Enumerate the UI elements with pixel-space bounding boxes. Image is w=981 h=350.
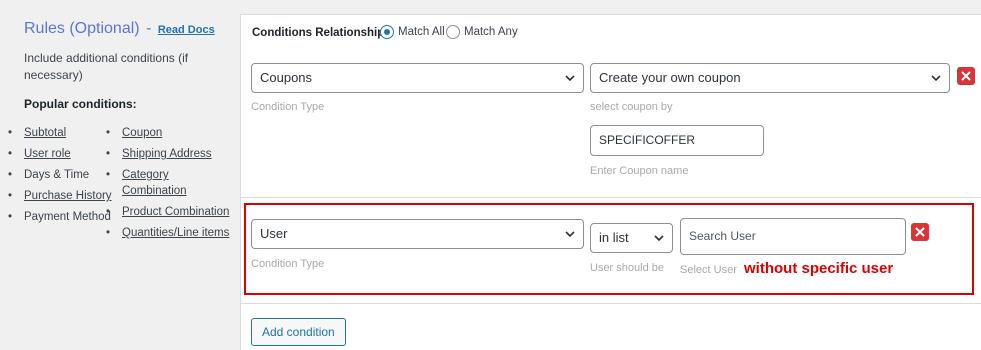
condition-type-hint-1: Condition Type: [251, 101, 325, 113]
condition-user-role[interactable]: User role: [8, 146, 112, 162]
condition-category-combination[interactable]: Category Combination: [106, 167, 230, 199]
coupon-name-hint: Enter Coupon name: [590, 165, 689, 177]
condition-subtotal[interactable]: Subtotal: [8, 125, 112, 141]
match-any-radio[interactable]: Match Any: [446, 25, 518, 39]
condition-subtotal-link[interactable]: Subtotal: [24, 127, 66, 139]
condition-days-time-label: Days & Time: [24, 169, 90, 181]
coupon-select-value: Create your own coupon: [599, 70, 741, 85]
condition-type-select-1[interactable]: Coupons: [251, 63, 584, 93]
highlight-box: [244, 203, 974, 295]
popular-conditions-list-2: Coupon Shipping Address Category Combina…: [106, 125, 230, 246]
chevron-down-icon: [931, 75, 941, 82]
radio-unchecked-icon: [446, 25, 460, 39]
condition-user-role-link[interactable]: User role: [24, 148, 71, 160]
match-all-label: Match All: [398, 26, 445, 38]
coupon-select[interactable]: Create your own coupon: [590, 63, 950, 93]
condition-product-combination-link[interactable]: Product Combination: [122, 206, 229, 218]
condition-quantities-line-items[interactable]: Quantities/Line items: [106, 225, 230, 241]
row-divider: [241, 197, 981, 198]
add-condition-button[interactable]: Add condition: [251, 318, 346, 346]
rules-description: Include additional conditions (if necess…: [24, 51, 189, 82]
coupon-name-value: SPECIFICOFFER: [599, 133, 696, 147]
condition-product-combination[interactable]: Product Combination: [106, 204, 230, 220]
condition-quantities-link[interactable]: Quantities/Line items: [122, 227, 229, 239]
rules-sidebar: Rules (Optional) - Read Docs Include add…: [8, 0, 236, 350]
condition-coupon[interactable]: Coupon: [106, 125, 230, 141]
popular-conditions-heading: Popular conditions:: [24, 97, 137, 111]
condition-shipping-address[interactable]: Shipping Address: [106, 146, 230, 162]
popular-conditions-list-1: Subtotal User role Days & Time Purchase …: [8, 125, 112, 230]
condition-coupon-link[interactable]: Coupon: [122, 127, 162, 139]
row-divider: [241, 303, 981, 304]
coupon-name-input[interactable]: SPECIFICOFFER: [590, 125, 764, 156]
radio-checked-icon: [380, 25, 394, 39]
read-docs-link[interactable]: Read Docs: [158, 24, 215, 36]
title-dash: -: [146, 20, 152, 37]
condition-shipping-address-link[interactable]: Shipping Address: [122, 148, 212, 160]
coupon-select-hint: select coupon by: [590, 101, 673, 113]
close-icon: [961, 71, 971, 81]
condition-purchase-history[interactable]: Purchase History: [8, 188, 112, 204]
annotation-label: without specific user: [744, 260, 894, 277]
condition-type-value-1: Coupons: [260, 70, 313, 85]
condition-purchase-history-link[interactable]: Purchase History: [24, 190, 112, 202]
rules-title-row: Rules (Optional) - Read Docs: [24, 20, 215, 38]
remove-condition-button-1[interactable]: [957, 67, 975, 85]
conditions-relationship-label: Conditions Relationship: [252, 27, 385, 39]
condition-category-combination-link[interactable]: Category Combination: [122, 169, 187, 197]
condition-payment-method: Payment Method: [8, 209, 112, 225]
match-all-radio[interactable]: Match All: [380, 25, 445, 39]
rules-title: Rules (Optional): [24, 20, 140, 37]
conditions-panel: Conditions Relationship Match All Match …: [240, 14, 981, 350]
chevron-down-icon: [565, 75, 575, 82]
condition-payment-method-label: Payment Method: [24, 211, 111, 223]
match-any-label: Match Any: [464, 26, 518, 38]
condition-days-time: Days & Time: [8, 167, 112, 183]
